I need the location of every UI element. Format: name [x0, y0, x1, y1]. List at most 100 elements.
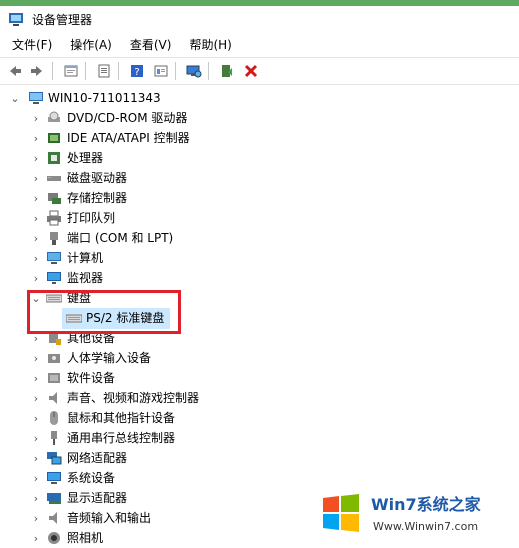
tree-item[interactable]: › 端口 (COM 和 LPT)	[0, 228, 519, 248]
scan-hardware-icon[interactable]	[184, 61, 204, 81]
tree-item[interactable]: › 声音、视频和游戏控制器	[0, 388, 519, 408]
monitor-icon	[47, 272, 61, 284]
usb-icon	[51, 431, 57, 445]
tree-item-label: 音频输入和输出	[67, 511, 152, 525]
menu-help[interactable]: 帮助(H)	[183, 34, 237, 56]
device-manager-icon	[9, 13, 23, 26]
tree-item-label: 计算机	[67, 251, 104, 265]
ide-icon	[48, 133, 60, 143]
menu-file[interactable]: 文件(F)	[6, 34, 58, 56]
tree-item[interactable]: › 软件设备	[0, 368, 519, 388]
tree-item-label: 声音、视频和游戏控制器	[67, 391, 200, 405]
tree-item[interactable]: › 网络适配器	[0, 448, 519, 468]
tree-item[interactable]: › 通用串行总线控制器	[0, 428, 519, 448]
tree-item[interactable]: › 监视器	[0, 268, 519, 288]
watermark-logo: Win7系统之家 Www.Winwin7.com	[315, 488, 515, 538]
tree-item[interactable]: › 计算机	[0, 248, 519, 268]
tree-item[interactable]: › 鼠标和其他指针设备	[0, 408, 519, 428]
tree-item[interactable]: › DVD/CD-ROM 驱动器	[0, 108, 519, 128]
tree-item-label: 网络适配器	[67, 451, 128, 465]
chevron-right-icon[interactable]: ›	[29, 488, 43, 508]
display-adapter-icon	[47, 493, 61, 504]
network-icon	[47, 452, 62, 465]
chevron-right-icon[interactable]: ›	[29, 268, 43, 288]
chevron-right-icon[interactable]: ›	[29, 248, 43, 268]
tree-item[interactable]: › 人体学输入设备	[0, 348, 519, 368]
chevron-right-icon[interactable]: ›	[29, 148, 43, 168]
mouse-icon	[50, 411, 58, 425]
printer-icon	[47, 210, 61, 226]
chevron-right-icon[interactable]: ›	[29, 448, 43, 468]
window-title: 设备管理器	[32, 12, 93, 27]
chevron-right-icon[interactable]: ›	[29, 528, 43, 548]
toolbar-separator	[118, 62, 119, 80]
disk-icon	[47, 176, 61, 181]
tree-item-label: 打印队列	[67, 211, 116, 225]
forward-icon[interactable]	[28, 61, 48, 81]
chevron-right-icon[interactable]: ›	[29, 428, 43, 448]
chevron-right-icon[interactable]: ›	[29, 508, 43, 528]
watermark-brand: Win7系统之家	[371, 495, 482, 514]
tree-item-label: IDE ATA/ATAPI 控制器	[67, 131, 190, 145]
chevron-down-icon[interactable]: ⌄	[8, 88, 22, 108]
port-icon	[50, 232, 58, 245]
view-icon[interactable]	[151, 61, 171, 81]
tree-root-label: WIN10-711011343	[48, 91, 161, 105]
chevron-right-icon[interactable]: ›	[29, 108, 43, 128]
tree-item-label: 磁盘驱动器	[67, 171, 128, 185]
tree-item[interactable]: › 磁盘驱动器	[0, 168, 519, 188]
tree-item-label: 鼠标和其他指针设备	[67, 411, 176, 425]
chevron-right-icon[interactable]: ›	[29, 388, 43, 408]
menu-bar: 文件(F) 操作(A) 查看(V) 帮助(H)	[0, 34, 519, 56]
tree-item-label: 人体学输入设备	[67, 351, 152, 365]
toolbar: ?	[0, 57, 519, 85]
computer-icon	[47, 252, 61, 264]
chevron-right-icon[interactable]: ›	[29, 348, 43, 368]
show-hidden-icon[interactable]	[94, 61, 114, 81]
annotation-red-box	[27, 290, 181, 334]
tree-root[interactable]: ⌄ WIN10-711011343	[0, 88, 519, 108]
audio-icon	[49, 512, 57, 524]
camera-icon	[48, 532, 60, 544]
system-device-icon	[47, 472, 61, 484]
tree-item[interactable]: › 系统设备	[0, 468, 519, 488]
update-driver-icon[interactable]	[217, 61, 237, 81]
back-icon[interactable]	[4, 61, 24, 81]
sound-icon	[49, 392, 57, 404]
chevron-right-icon[interactable]: ›	[29, 228, 43, 248]
toolbar-separator	[208, 62, 209, 80]
tree-item[interactable]: › 处理器	[0, 148, 519, 168]
computer-root-icon	[29, 92, 43, 104]
tree-item-label: 软件设备	[67, 371, 116, 385]
tree-item-label: 处理器	[67, 151, 104, 165]
cpu-icon	[48, 152, 60, 164]
chevron-right-icon[interactable]: ›	[29, 128, 43, 148]
toolbar-separator	[85, 62, 86, 80]
tree-item[interactable]: › 存储控制器	[0, 188, 519, 208]
menu-view[interactable]: 查看(V)	[124, 34, 178, 56]
svg-text:?: ?	[134, 67, 139, 78]
tree-item-label: 系统设备	[67, 471, 116, 485]
tree-item-label: 存储控制器	[67, 191, 128, 205]
uninstall-icon[interactable]	[241, 61, 261, 81]
chevron-right-icon[interactable]: ›	[29, 208, 43, 228]
tree-item[interactable]: › IDE ATA/ATAPI 控制器	[0, 128, 519, 148]
toolbar-separator	[52, 62, 53, 80]
tree-item-label: 显示适配器	[67, 491, 128, 505]
chevron-right-icon[interactable]: ›	[29, 168, 43, 188]
tree-item[interactable]: › 打印队列	[0, 208, 519, 228]
tree-item-label: 端口 (COM 和 LPT)	[67, 231, 174, 245]
software-device-icon	[48, 373, 60, 383]
chevron-right-icon[interactable]: ›	[29, 468, 43, 488]
help-icon[interactable]: ?	[127, 61, 147, 81]
tree-item-label: 监视器	[67, 271, 104, 285]
chevron-right-icon[interactable]: ›	[29, 188, 43, 208]
properties-icon[interactable]	[61, 61, 81, 81]
chevron-right-icon[interactable]: ›	[29, 408, 43, 428]
tree-item-label: 照相机	[67, 531, 104, 545]
chevron-right-icon[interactable]: ›	[29, 368, 43, 388]
menu-action[interactable]: 操作(A)	[64, 34, 118, 56]
toolbar-separator	[175, 62, 176, 80]
tree-item-label: DVD/CD-ROM 驱动器	[67, 111, 188, 125]
watermark-url: Www.Winwin7.com	[373, 520, 478, 533]
